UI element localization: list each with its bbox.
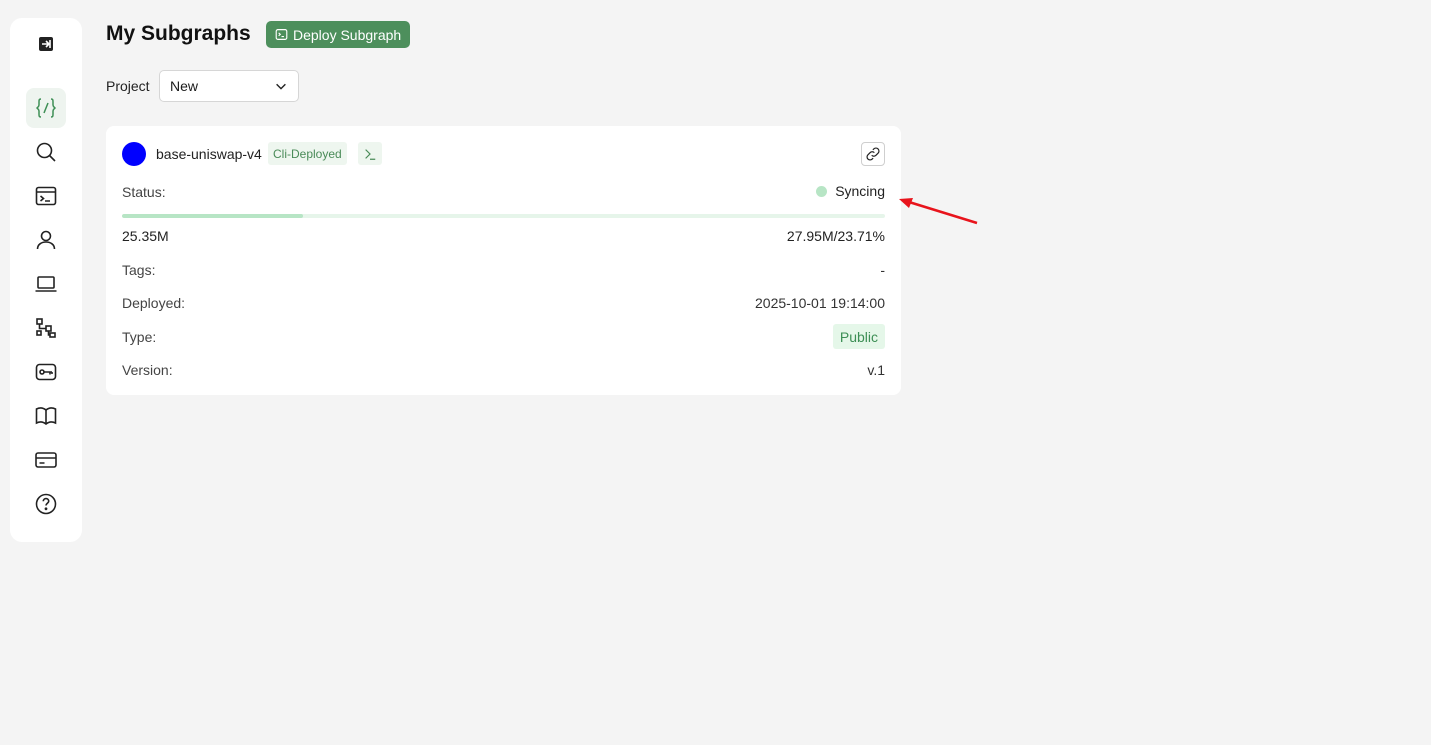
terminal-window-icon [275, 29, 288, 40]
sidebar [10, 18, 82, 542]
help-icon [35, 493, 57, 515]
workflow-icon [36, 318, 56, 338]
search-icon [36, 142, 56, 162]
terminal-prompt-icon [365, 148, 376, 160]
sidebar-item-devices[interactable] [26, 264, 66, 304]
sidebar-item-account[interactable] [26, 220, 66, 260]
subgraph-name[interactable]: base-uniswap-v4 [156, 146, 262, 162]
project-label: Project [106, 78, 150, 94]
deployed-label: Deployed: [122, 295, 186, 311]
project-select[interactable]: New [159, 70, 299, 102]
chevron-down-icon [276, 83, 286, 90]
user-icon [36, 230, 56, 250]
sidebar-item-console[interactable] [26, 176, 66, 216]
project-select-value: New [170, 78, 199, 94]
type-label: Type: [122, 329, 157, 345]
tags-value: - [880, 262, 885, 278]
link-icon [866, 147, 880, 161]
sidebar-item-help[interactable] [26, 484, 66, 524]
copy-link-button[interactable] [861, 142, 885, 166]
tags-label: Tags: [122, 262, 156, 278]
open-terminal-button[interactable] [358, 142, 382, 165]
page-title: My Subgraphs [106, 22, 251, 45]
sidebar-item-docs[interactable] [26, 396, 66, 436]
version-value: v.1 [867, 362, 885, 378]
sync-progress-bar [122, 214, 885, 218]
terminal-window-icon [35, 186, 57, 206]
laptop-icon [35, 276, 57, 292]
blocks-synced: 25.35M [122, 228, 169, 244]
type-badge: Public [832, 324, 885, 349]
version-label: Version: [122, 362, 173, 378]
status-label: Status: [122, 184, 166, 200]
sidebar-item-api-keys[interactable] [26, 352, 66, 392]
sidebar-item-subgraphs[interactable] [26, 88, 66, 128]
blocks-total-percent: 27.95M/23.71% [786, 228, 885, 244]
sidebar-item-workflows[interactable] [26, 308, 66, 348]
sidebar-item-billing[interactable] [26, 440, 66, 480]
sync-progress-fill [122, 214, 303, 218]
key-icon [35, 363, 57, 381]
deployed-value: 2025-10-01 19:14:00 [755, 295, 885, 311]
code-braces-icon [35, 98, 57, 118]
annotation-arrow [899, 198, 978, 225]
subgraph-avatar [122, 142, 146, 166]
status-indicator: Syncing [816, 183, 885, 199]
subgraph-card[interactable]: base-uniswap-v4 Cli-Deployed Status: Syn… [106, 126, 901, 395]
collapse-sidebar-button[interactable] [32, 30, 60, 58]
credit-card-icon [35, 452, 57, 468]
book-icon [35, 407, 57, 426]
status-value: Syncing [835, 183, 885, 199]
deploy-subgraph-button[interactable]: Deploy Subgraph [266, 21, 411, 48]
deploy-subgraph-label: Deploy Subgraph [293, 26, 402, 43]
collapse-icon [39, 37, 53, 51]
deploy-method-badge: Cli-Deployed [268, 142, 347, 165]
sidebar-item-search[interactable] [26, 132, 66, 172]
status-dot [816, 185, 828, 197]
